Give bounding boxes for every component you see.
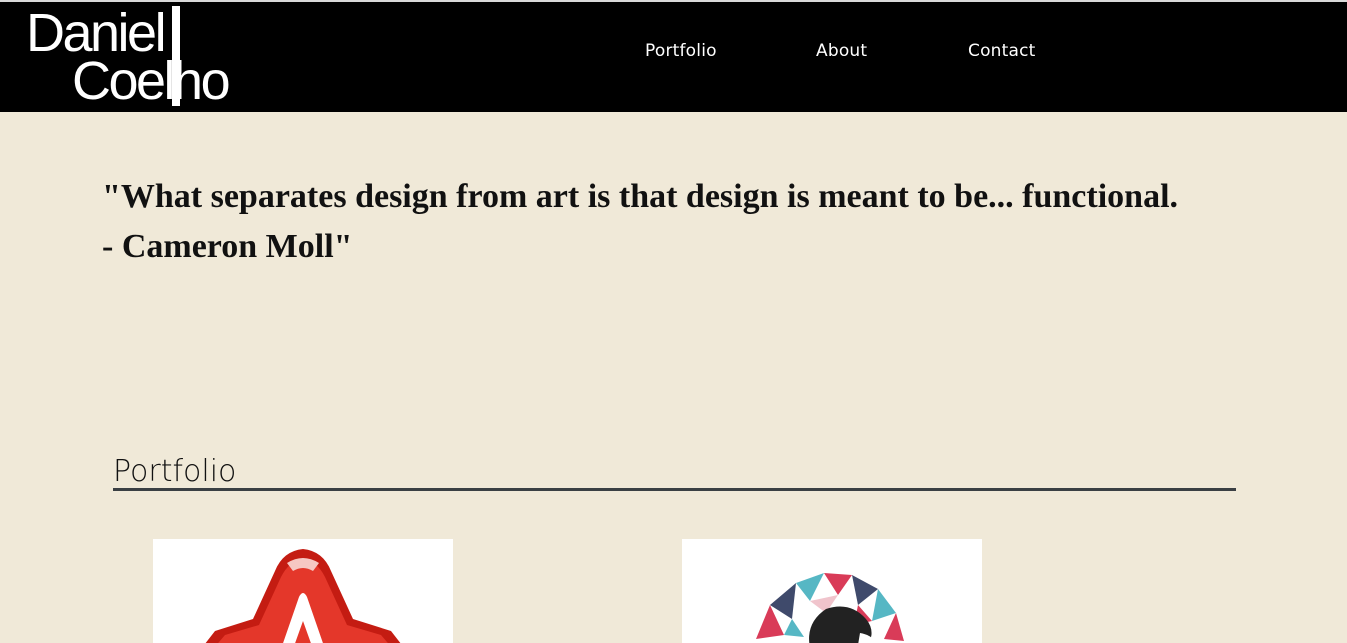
quote-line-1: "What separates design from art is that … <box>102 178 1179 215</box>
nav-link-about[interactable]: About <box>816 40 867 62</box>
portfolio-heading: Portfolio <box>113 454 237 489</box>
main-nav: Portfolio About Contact <box>0 40 1347 64</box>
nav-link-portfolio[interactable]: Portfolio <box>645 40 717 62</box>
portfolio-item-1[interactable] <box>153 539 453 643</box>
hero-quote: "What separates design from art is that … <box>102 172 1282 272</box>
quote-line-2: - Cameron Moll" <box>102 228 353 265</box>
portfolio-divider <box>113 488 1236 491</box>
portfolio-item-2[interactable] <box>682 539 982 643</box>
nav-link-contact[interactable]: Contact <box>968 40 1036 62</box>
red-a-logo-thumbnail-icon <box>205 549 401 643</box>
geometric-portrait-logo-thumbnail-icon <box>756 573 904 643</box>
page: Daniel Coelho Portfolio About Contact "W… <box>0 0 1347 643</box>
top-navbar: Daniel Coelho Portfolio About Contact <box>0 0 1347 112</box>
